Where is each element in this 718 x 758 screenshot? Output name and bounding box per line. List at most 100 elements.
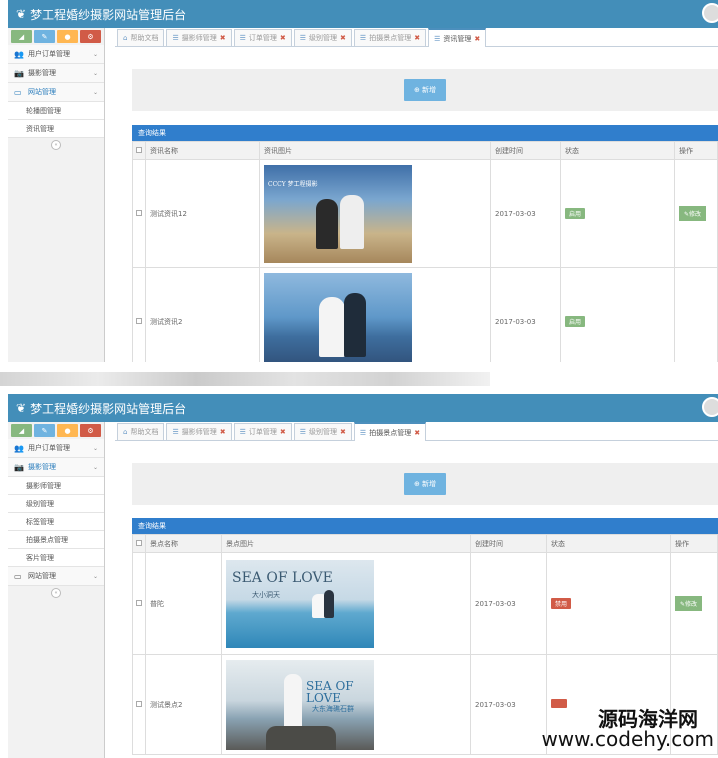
chevron-down-icon: ⌄ [92,69,98,77]
watermark-url: www.codehy.com [541,727,714,751]
photo-caption: CCCY 梦工程摄影 [268,180,318,188]
close-icon[interactable]: ✖ [220,428,226,436]
edit-button[interactable]: ✎修改 [679,206,707,221]
blurred-separator [0,372,490,386]
plus-circle-icon: ⊕ [413,86,420,94]
chevron-down-icon: ⌄ [92,444,98,452]
add-button[interactable]: ⊕ 新增 [403,473,447,495]
cogs-icon[interactable]: ⚙ [80,424,101,437]
spot-date: 2017-03-03 [470,654,547,755]
sidebar-subitem-news[interactable]: 资讯管理 [8,120,104,138]
column-header: 操作 [670,534,718,553]
tab-help[interactable]: ⌂ 帮助文档 [117,29,165,46]
close-icon[interactable]: ✖ [280,34,286,42]
status-badge: 启用 [565,316,586,327]
sidebar-shortcuts: ◢ ✎ ● ⚙ [8,28,104,45]
list-icon: ☰ [299,34,307,42]
row-checkbox[interactable] [136,599,142,606]
results-title: 查询结果 [132,518,718,534]
tab-orders[interactable]: ☰ 订单管理 ✖ [233,29,292,46]
tab-bar: ⌂ 帮助文档 ☰ 摄影师管理 ✖ ☰ 订单管理 ✖ ☰ 级别管理 ✖ ☰ 拍摄景点管理 ✖ ☰ 资讯… [115,28,718,47]
close-icon[interactable]: ✖ [280,428,286,436]
column-header: 景点图片 [221,534,471,553]
user-avatar[interactable] [702,3,718,23]
sidebar-item-user-orders[interactable]: 👥 用户订单管理 ⌄ [8,439,104,458]
close-icon[interactable]: ✖ [414,34,420,42]
list-icon: ☰ [239,34,246,42]
status-badge: 禁用 [551,598,572,609]
signal-icon[interactable]: ◢ [11,424,32,437]
tab-photographers[interactable]: ☰ 摄影师管理 ✖ [166,423,232,440]
top-navbar: ❦ 梦工程婚纱摄影网站管理后台 [8,394,718,422]
column-header: 景点名称 [145,534,222,553]
users-icon: 👥 [14,49,24,59]
sidebar-subitem-levels[interactable]: 级别管理 [8,495,104,513]
desktop-icon: ▭ [14,571,22,581]
news-name: 测试资讯12 [145,159,260,268]
users-icon: 👥 [14,443,24,453]
column-header: 操作 [674,141,718,160]
sidebar-subitem-tags[interactable]: 标签管理 [8,513,104,531]
status-badge: 启用 [565,208,586,219]
tab-levels[interactable]: ☰ 级别管理 ✖ [293,29,352,46]
row-checkbox[interactable] [136,700,142,707]
news-photo: CCCY 梦工程摄影 [264,164,412,263]
add-button[interactable]: ⊕ 新增 [403,79,447,101]
user-avatar[interactable] [702,397,718,417]
column-header: 资讯名称 [145,141,260,160]
tab-scenic-spots[interactable]: ☰ 拍摄景点管理 ✖ [353,29,427,46]
tab-orders[interactable]: ☰ 订单管理 ✖ [233,423,292,440]
tab-help[interactable]: ⌂ 帮助文档 [117,423,165,440]
photo-subtitle: 大东海礁石群 [312,704,354,713]
chevron-down-icon: ⌄ [92,50,98,58]
sidebar: ◢ ✎ ● ⚙ 👥 用户订单管理 ⌄ 📷 摄影管理 ⌄ ▭ 网站管理 ⌄ 轮播图… [8,28,105,362]
close-icon[interactable]: ✖ [340,34,346,42]
tab-levels[interactable]: ☰ 级别管理 ✖ [293,423,352,440]
news-name: 测试资讯2 [145,267,260,362]
sidebar-collapse-button[interactable]: « [8,586,104,600]
sidebar-item-photography[interactable]: 📷 摄影管理 ⌄ [8,458,104,477]
sidebar-subitem-carousel[interactable]: 轮播图管理 [8,102,104,120]
sidebar-subitem-client-photos[interactable]: 客片管理 [8,549,104,567]
main-content: ⌂ 帮助文档 ☰ 摄影师管理 ✖ ☰ 订单管理 ✖ ☰ 级别管理 ✖ ☰ 拍摄景点管理 ✖ ☰ 资讯… [115,28,718,362]
users-shortcut-icon[interactable]: ● [57,30,78,43]
pencil-icon[interactable]: ✎ [34,30,55,43]
spot-photo: SEA OF LOVE 大东海礁石群 [226,659,374,750]
results-title: 查询结果 [132,125,718,141]
home-icon: ⌂ [123,428,128,436]
close-icon[interactable]: ✖ [220,34,226,42]
camera-icon: 📷 [14,462,24,472]
close-icon[interactable]: ✖ [414,429,420,437]
plus-circle-icon: ⊕ [413,480,420,488]
cogs-icon[interactable]: ⚙ [80,30,101,43]
spot-name: 普陀 [145,552,222,655]
select-all-checkbox[interactable] [136,539,142,546]
chevron-down-icon: ⌄ [92,572,98,580]
pencil-icon[interactable]: ✎ [34,424,55,437]
sidebar-item-user-orders[interactable]: 👥 用户订单管理 ⌄ [8,45,104,64]
sidebar-collapse-button[interactable]: « [8,138,104,152]
sidebar-shortcuts: ◢ ✎ ● ⚙ [8,422,104,439]
list-icon: ☰ [172,428,179,436]
spot-name: 测试景点2 [145,654,222,755]
users-shortcut-icon[interactable]: ● [57,424,78,437]
sidebar-item-photography[interactable]: 📷 摄影管理 ⌄ [8,64,104,83]
sidebar-item-website[interactable]: ▭ 网站管理 ⌄ [8,567,104,586]
leaf-logo-icon: ❦ [16,401,27,415]
edit-button[interactable]: ✎修改 [675,596,703,611]
close-icon[interactable]: ✖ [474,35,480,43]
sidebar-subitem-photographers[interactable]: 摄影师管理 [8,477,104,495]
tab-scenic-spots[interactable]: ☰ 拍摄景点管理 ✖ [353,422,427,441]
list-icon: ☰ [359,428,367,437]
photo-title: SEA OF LOVE [232,569,333,586]
tab-photographers[interactable]: ☰ 摄影师管理 ✖ [166,29,232,46]
tab-news[interactable]: ☰ 资讯管理 ✖ [428,28,487,47]
sidebar-item-website[interactable]: ▭ 网站管理 ⌄ [8,83,104,102]
close-icon[interactable]: ✖ [340,428,346,436]
row-checkbox[interactable] [136,209,142,216]
row-checkbox[interactable] [136,317,142,324]
signal-icon[interactable]: ◢ [11,30,32,43]
select-all-checkbox[interactable] [136,146,142,153]
sidebar: ◢ ✎ ● ⚙ 👥 用户订单管理 ⌄ 📷 摄影管理 ⌄ 摄影师管理 级别管理 标… [8,422,105,758]
sidebar-subitem-scenic-spots[interactable]: 拍摄景点管理 [8,531,104,549]
